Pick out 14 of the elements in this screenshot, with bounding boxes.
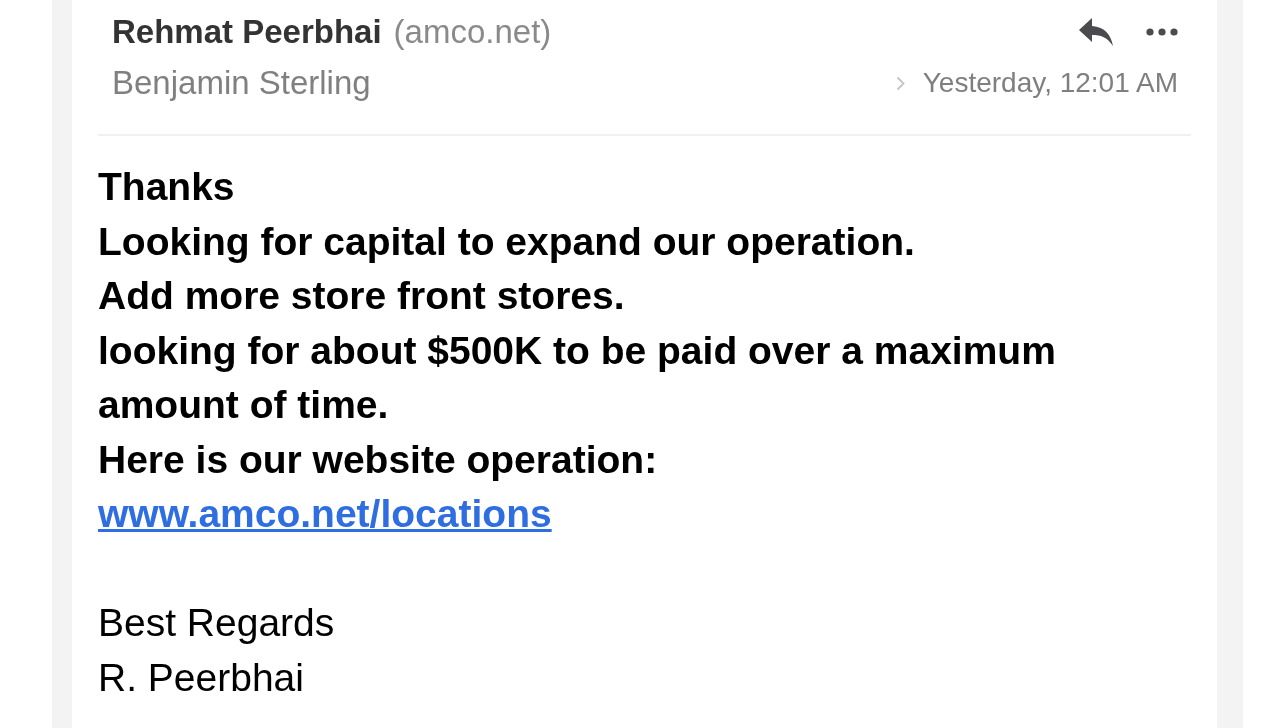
sender-name: Rehmat Peerbhai [112,12,382,52]
signature-text: R. Peerbhai [98,654,305,701]
more-options-icon[interactable] [1146,28,1178,36]
sender-domain: (amco.net) [393,12,552,52]
body-text: Add more store front stores. [98,273,626,319]
body-text: Thanks [98,164,236,210]
body-text: Here is our website operation: [98,436,659,483]
reply-icon[interactable] [1079,18,1113,46]
message-timestamp: Yesterday, 12:01 AM [922,66,1178,100]
body-text: looking for about $500K to be paid over a maximum amount of time. [98,327,1057,428]
recipient-name: Benjamin Sterling [112,63,371,103]
signature-text: Best Regards [98,600,336,646]
body-text: Looking for capital to expand our operation. [98,218,916,265]
website-link[interactable]: www.amco.net/locations [98,492,552,535]
